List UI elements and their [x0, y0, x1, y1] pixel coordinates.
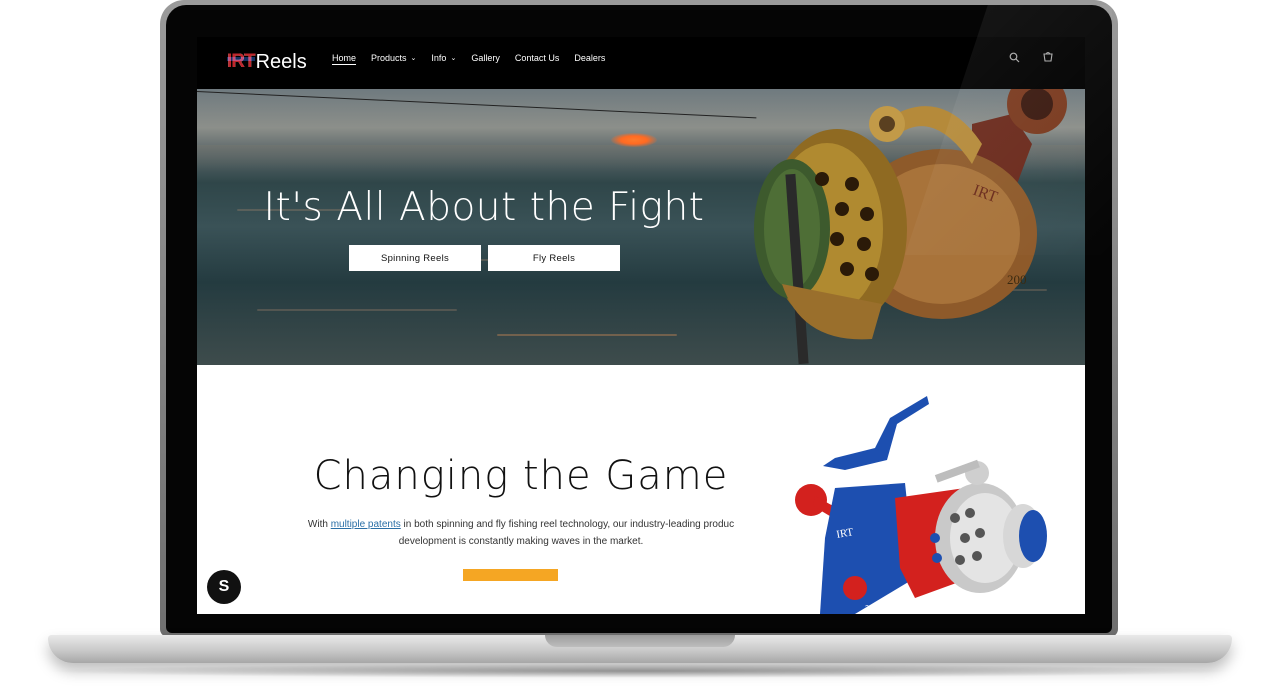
nav-home[interactable]: Home — [332, 51, 356, 65]
shopify-badge[interactable]: S — [207, 570, 241, 604]
multiple-patents-link[interactable]: multiple patents — [331, 519, 401, 530]
fly-reels-button[interactable]: Fly Reels — [488, 245, 620, 271]
red-white-blue-reel-image: IRT 200UL — [795, 396, 1047, 614]
logo-irt: IRT — [227, 51, 256, 72]
nav-home-label: Home — [332, 53, 357, 63]
laptop-shadow — [40, 664, 1240, 678]
main-nav: Home Products ⌄ Info ⌄ Gallery Contact Us … — [332, 51, 620, 65]
section-text-part: With — [307, 519, 331, 530]
section-text: With multiple patents in both spinning a… — [271, 516, 771, 550]
nav-products[interactable]: Products ⌄ — [371, 51, 416, 65]
shopify-bag-icon: S — [218, 578, 230, 595]
reel-model-label: 200 — [1007, 272, 1027, 287]
search-icon[interactable] — [1007, 50, 1021, 64]
nav-contact-label: Contact Us — [514, 53, 560, 63]
section-text-part: in both spinning and fly fishing reel te… — [400, 519, 735, 530]
laptop-screen: IRT Reels Home Products ⌄ Info ⌄ Gallery C… — [197, 37, 1085, 614]
nav-info-label: Info — [431, 53, 447, 63]
hero-banner: IRT 200 It's All About the Fight Spinnin… — [197, 89, 1085, 365]
nav-products-label: Products — [371, 53, 407, 63]
nav-dealers[interactable]: Dealers — [574, 51, 605, 65]
laptop-notch — [545, 635, 735, 647]
nav-contact-us[interactable]: Contact Us — [515, 51, 560, 65]
cart-icon[interactable] — [1041, 50, 1055, 64]
hero-title: It's All About the Fight — [263, 185, 705, 230]
chevron-down-icon: ⌄ — [410, 55, 417, 62]
cta-button[interactable] — [463, 569, 558, 581]
header-icons — [1007, 50, 1055, 64]
spinning-reels-button[interactable]: Spinning Reels — [349, 245, 481, 271]
logo-reels: Reels — [255, 50, 307, 73]
site-logo[interactable]: IRT Reels — [227, 47, 307, 77]
chevron-down-icon: ⌄ — [450, 55, 457, 62]
nav-gallery[interactable]: Gallery — [471, 51, 500, 65]
reel2-model-label: 200UL — [865, 605, 886, 612]
wave-highlight — [257, 309, 457, 311]
nav-gallery-label: Gallery — [471, 53, 500, 63]
nav-dealers-label: Dealers — [574, 53, 606, 63]
section-text-line2: development is constantly making waves i… — [398, 536, 644, 547]
site-header: IRT Reels Home Products ⌄ Info ⌄ Gallery C… — [197, 37, 1085, 89]
nav-info[interactable]: Info ⌄ — [431, 51, 456, 65]
section-title: Changing the Game — [313, 453, 729, 499]
